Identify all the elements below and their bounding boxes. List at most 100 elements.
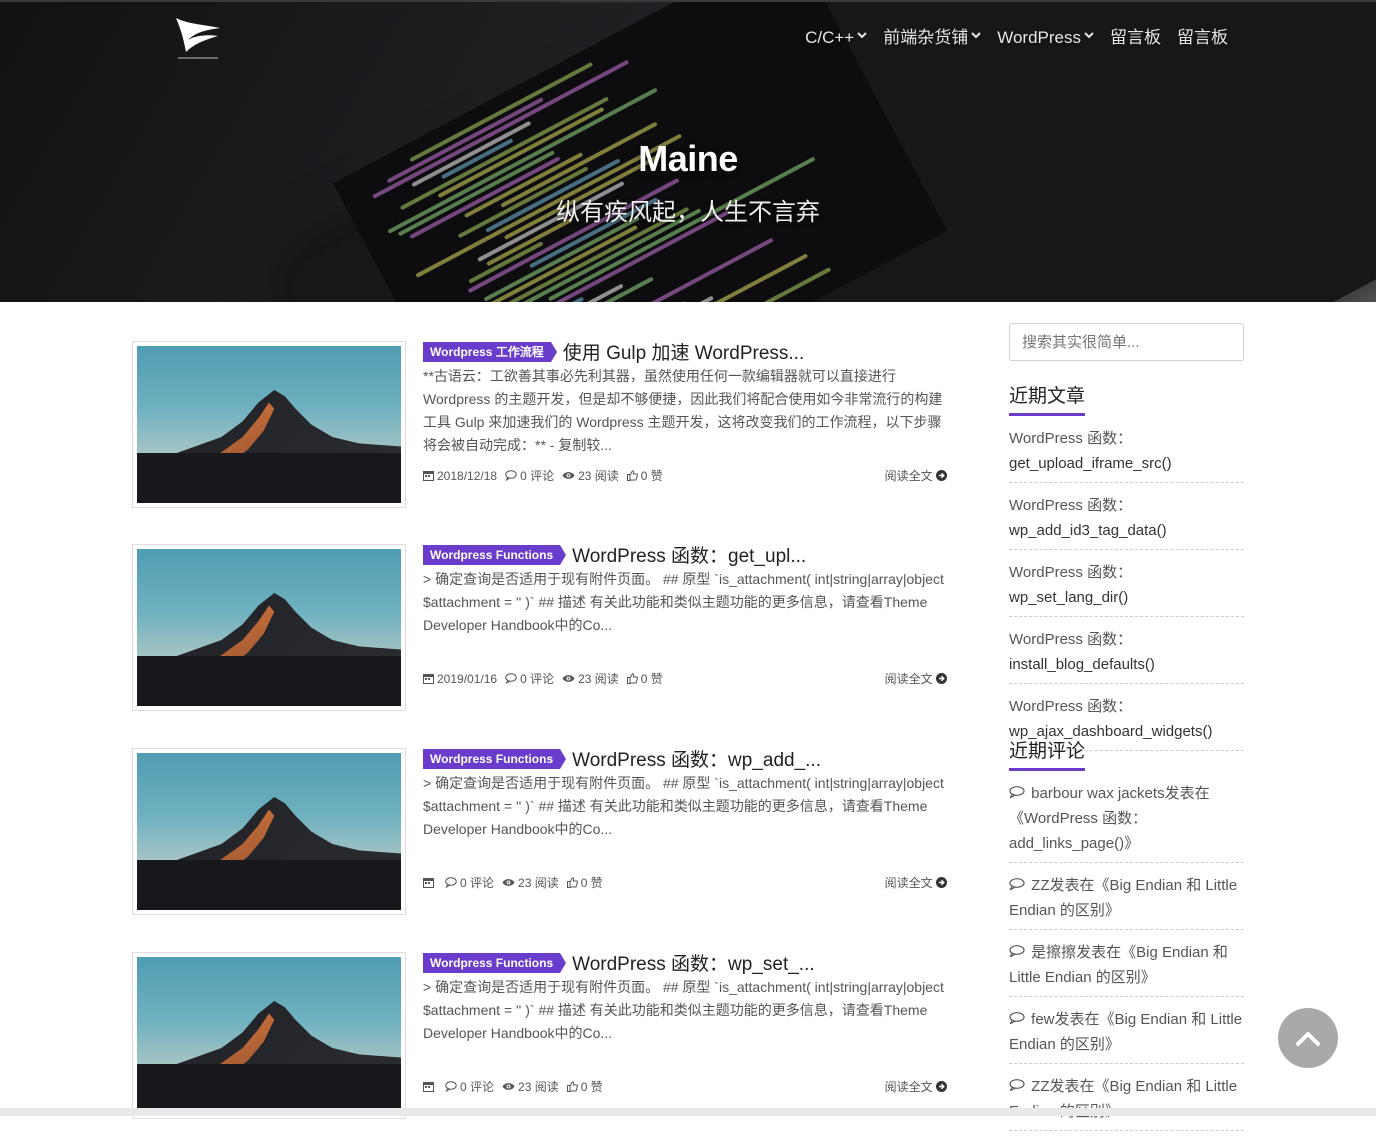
nav-item-3[interactable]: 留言板 bbox=[1102, 26, 1169, 50]
post-thumbnail[interactable] bbox=[132, 341, 406, 508]
mountain-image bbox=[137, 346, 401, 503]
calendar-icon bbox=[423, 674, 434, 684]
post-meta: 2018/12/18 0 评论 23 阅读 0 赞 bbox=[423, 467, 663, 484]
recent-comments-title: 近期评论 bbox=[1009, 736, 1086, 771]
thumbs-up-icon bbox=[626, 470, 638, 481]
post-excerpt: **古语云：工欲善其事必先利其器，虽然使用任何一款编辑器就可以直接进行 Word… bbox=[423, 368, 943, 453]
post-comments-text: 0 评论 bbox=[460, 876, 495, 890]
category-tag[interactable]: Wordpress Functions bbox=[423, 544, 567, 565]
eye-icon bbox=[502, 879, 515, 886]
nav-item-2[interactable]: WordPress bbox=[989, 26, 1102, 50]
read-more-label: 阅读全文 bbox=[884, 1080, 933, 1094]
search-input[interactable] bbox=[1009, 323, 1244, 361]
post-comments[interactable]: 0 评论 bbox=[445, 874, 494, 891]
calendar-icon bbox=[423, 471, 434, 481]
recent-post-link[interactable]: WordPress 函数： wp_add_id3_tag_data() bbox=[1009, 491, 1244, 550]
recent-comment-item[interactable]: few发表在《Big Endian 和 Little Endian 的区别》 bbox=[1009, 1005, 1244, 1064]
nav-item-0[interactable]: C/C++ bbox=[797, 26, 875, 50]
read-more-label: 阅读全文 bbox=[884, 876, 933, 890]
thumbs-up-icon bbox=[566, 1081, 578, 1092]
mountain-image bbox=[137, 753, 401, 910]
mountain-image bbox=[137, 549, 401, 706]
recent-post-link[interactable]: WordPress 函数： wp_set_lang_dir() bbox=[1009, 558, 1244, 617]
post-date: 2018/12/18 bbox=[423, 469, 497, 483]
post-meta: 2019/01/16 0 评论 23 阅读 0 赞 bbox=[423, 670, 663, 687]
post-views-text: 23 阅读 bbox=[518, 876, 559, 890]
comment-icon bbox=[505, 470, 517, 481]
post-title[interactable]: WordPress 函数：get_upl... bbox=[572, 541, 806, 568]
arrow-circle-right-icon bbox=[936, 470, 947, 481]
recent-comment-item[interactable]: 是擦擦发表在《Big Endian 和 Little Endian 的区别》 bbox=[1009, 938, 1244, 997]
post-likes[interactable]: 0 赞 bbox=[626, 467, 663, 484]
recent-post-link[interactable]: WordPress 函数： get_upload_iframe_src() bbox=[1009, 424, 1244, 483]
post-card: Wordpress Functions WordPress 函数：wp_add_… bbox=[132, 748, 947, 918]
back-to-top-button[interactable] bbox=[1278, 1008, 1338, 1068]
post-views: 23 阅读 bbox=[502, 1078, 559, 1095]
chevron-down-icon bbox=[1084, 25, 1094, 49]
eye-icon bbox=[562, 675, 575, 682]
read-more-link[interactable]: 阅读全文 bbox=[885, 1078, 947, 1095]
category-tag[interactable]: Wordpress 工作流程 bbox=[423, 341, 557, 362]
post-comments-text: 0 评论 bbox=[520, 672, 555, 686]
post-date bbox=[423, 877, 437, 888]
post-card: Wordpress 工作流程 使用 Gulp 加速 WordPress... *… bbox=[132, 341, 947, 511]
recent-post-function: wp_add_id3_tag_data() bbox=[1009, 522, 1167, 539]
post-views: 23 阅读 bbox=[562, 467, 619, 484]
recent-comment-text: ZZ发表在《Big Endian 和 Little Endian 的区别》 bbox=[1009, 877, 1238, 919]
category-tag[interactable]: Wordpress Functions bbox=[423, 748, 567, 769]
post-header: Wordpress Functions WordPress 函数：get_upl… bbox=[423, 541, 806, 568]
comment-icon bbox=[1009, 873, 1027, 898]
nav-item-1[interactable]: 前端杂货铺 bbox=[875, 26, 989, 50]
post-card: Wordpress Functions WordPress 函数：get_upl… bbox=[132, 544, 947, 714]
read-more-link[interactable]: 阅读全文 bbox=[885, 670, 947, 687]
category-tag[interactable]: Wordpress Functions bbox=[423, 952, 567, 973]
read-more-link[interactable]: 阅读全文 bbox=[885, 467, 947, 484]
recent-post-function: wp_set_lang_dir() bbox=[1009, 589, 1129, 606]
post-comments[interactable]: 0 评论 bbox=[445, 1078, 494, 1095]
post-likes-text: 0 赞 bbox=[640, 672, 663, 686]
recent-comment-item[interactable]: barbour wax jackets发表在《WordPress 函数：add_… bbox=[1009, 779, 1244, 863]
arrow-circle-right-icon bbox=[936, 877, 947, 888]
post-likes[interactable]: 0 赞 bbox=[566, 874, 603, 891]
site-title[interactable]: Maine bbox=[0, 138, 1376, 180]
nav-item-label: WordPress bbox=[997, 28, 1081, 47]
read-more-link[interactable]: 阅读全文 bbox=[885, 874, 947, 891]
recent-comment-text: barbour wax jackets发表在《WordPress 函数：add_… bbox=[1009, 785, 1210, 852]
post-thumbnail[interactable] bbox=[132, 748, 406, 915]
bottom-bar bbox=[0, 1108, 1376, 1116]
post-comments[interactable]: 0 评论 bbox=[505, 670, 554, 687]
post-thumbnail[interactable] bbox=[132, 544, 406, 711]
recent-post-prefix: WordPress 函数： bbox=[1009, 430, 1133, 447]
post-meta: 0 评论 23 阅读 0 赞 bbox=[423, 1078, 603, 1095]
nav-item-4[interactable]: 留言板 bbox=[1169, 26, 1236, 50]
recent-posts-list: WordPress 函数： get_upload_iframe_src() Wor… bbox=[1009, 424, 1244, 759]
post-title[interactable]: WordPress 函数：wp_set_... bbox=[572, 949, 815, 976]
post-likes[interactable]: 0 赞 bbox=[626, 670, 663, 687]
recent-posts-title: 近期文章 bbox=[1009, 381, 1086, 416]
comment-icon bbox=[445, 877, 457, 888]
hero-banner: C/C++ 前端杂货铺 WordPress 留言板 留言板 Maine 纵有疾风起，人生… bbox=[0, 2, 1376, 302]
post-views-text: 23 阅读 bbox=[578, 672, 619, 686]
recent-post-link[interactable]: WordPress 函数： install_blog_defaults() bbox=[1009, 625, 1244, 684]
post-comments-text: 0 评论 bbox=[460, 1080, 495, 1094]
post-title[interactable]: WordPress 函数：wp_add_... bbox=[572, 745, 821, 772]
post-card: Wordpress Functions WordPress 函数：wp_set_… bbox=[132, 952, 947, 1122]
comment-icon bbox=[1009, 781, 1027, 806]
post-thumbnail[interactable] bbox=[132, 952, 406, 1119]
recent-comments-list: barbour wax jackets发表在《WordPress 函数：add_… bbox=[1009, 779, 1244, 1139]
post-excerpt: > 确定查询是否适用于现有附件页面。 ## 原型 `is_attachment(… bbox=[423, 571, 944, 633]
mountain-image bbox=[137, 957, 401, 1114]
post-title[interactable]: 使用 Gulp 加速 WordPress... bbox=[563, 338, 804, 365]
nav-item-label: 留言板 bbox=[1177, 28, 1228, 47]
bird-logo-icon[interactable] bbox=[172, 14, 224, 62]
eye-icon bbox=[562, 472, 575, 479]
thumbs-up-icon bbox=[626, 673, 638, 684]
recent-comment-item[interactable]: ZZ发表在《Big Endian 和 Little Endian 的区别》 bbox=[1009, 1072, 1244, 1131]
post-header: Wordpress 工作流程 使用 Gulp 加速 WordPress... bbox=[423, 338, 804, 365]
post-excerpt: > 确定查询是否适用于现有附件页面。 ## 原型 `is_attachment(… bbox=[423, 775, 944, 837]
post-comments[interactable]: 0 评论 bbox=[505, 467, 554, 484]
post-views-text: 23 阅读 bbox=[518, 1080, 559, 1094]
recent-comment-item[interactable]: ZZ发表在《Big Endian 和 Little Endian 的区别》 bbox=[1009, 871, 1244, 930]
post-likes[interactable]: 0 赞 bbox=[566, 1078, 603, 1095]
post-excerpt: > 确定查询是否适用于现有附件页面。 ## 原型 `is_attachment(… bbox=[423, 979, 944, 1041]
